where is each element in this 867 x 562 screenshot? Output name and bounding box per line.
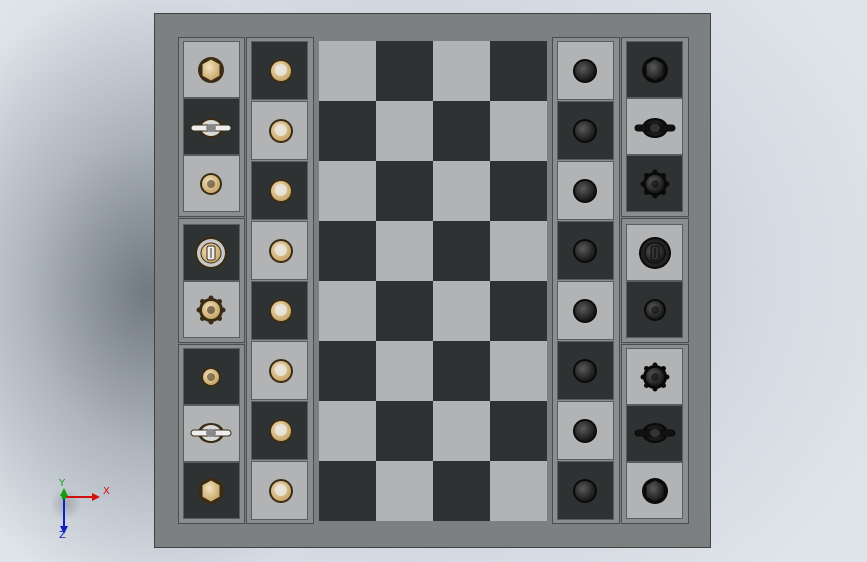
board-square[interactable] bbox=[433, 461, 490, 521]
chess-grid[interactable] bbox=[319, 41, 547, 521]
board-square[interactable] bbox=[490, 341, 547, 401]
black-pawn[interactable] bbox=[560, 346, 610, 396]
board-square[interactable] bbox=[319, 161, 376, 221]
board-square[interactable] bbox=[319, 41, 376, 101]
black-king[interactable] bbox=[630, 285, 680, 335]
axis-triad: X Y Z bbox=[50, 478, 112, 544]
board-square[interactable] bbox=[490, 221, 547, 281]
board-square[interactable] bbox=[319, 281, 376, 341]
board-square[interactable] bbox=[376, 221, 433, 281]
board-square[interactable] bbox=[319, 341, 376, 401]
x-axis-arrow bbox=[92, 493, 100, 501]
black-knight[interactable] bbox=[630, 352, 680, 402]
black-queen[interactable] bbox=[630, 228, 680, 278]
board-square[interactable] bbox=[490, 161, 547, 221]
board-square[interactable] bbox=[433, 341, 490, 401]
board-square[interactable] bbox=[376, 401, 433, 461]
white-pawn[interactable] bbox=[256, 166, 306, 216]
black-pawn[interactable] bbox=[560, 286, 610, 336]
board-square[interactable] bbox=[376, 341, 433, 401]
black-bishop[interactable] bbox=[630, 408, 680, 458]
x-axis-label: X bbox=[103, 486, 110, 497]
board-square[interactable] bbox=[490, 401, 547, 461]
board-square[interactable] bbox=[433, 281, 490, 341]
board-square[interactable] bbox=[319, 461, 376, 521]
white-pawn[interactable] bbox=[256, 466, 306, 516]
white-pawn[interactable] bbox=[256, 406, 306, 456]
white-knight-top[interactable] bbox=[186, 285, 236, 335]
board-square[interactable] bbox=[490, 101, 547, 161]
black-bishop[interactable] bbox=[630, 103, 680, 153]
black-pawn[interactable] bbox=[560, 226, 610, 276]
board-square[interactable] bbox=[490, 461, 547, 521]
board-square[interactable] bbox=[319, 221, 376, 281]
black-pawn[interactable] bbox=[560, 166, 610, 216]
board-square[interactable] bbox=[433, 221, 490, 281]
board-square[interactable] bbox=[433, 101, 490, 161]
black-pawn[interactable] bbox=[560, 466, 610, 516]
white-pawn[interactable] bbox=[256, 286, 306, 336]
white-pawn[interactable] bbox=[256, 346, 306, 396]
black-rook[interactable] bbox=[630, 466, 680, 516]
board-square[interactable] bbox=[319, 401, 376, 461]
black-pawn[interactable] bbox=[560, 106, 610, 156]
board-square[interactable] bbox=[433, 41, 490, 101]
white-rook[interactable] bbox=[186, 466, 236, 516]
y-axis-label: Y bbox=[59, 478, 66, 489]
board-square[interactable] bbox=[490, 41, 547, 101]
black-knight[interactable] bbox=[630, 159, 680, 209]
board-square[interactable] bbox=[490, 281, 547, 341]
black-rook[interactable] bbox=[630, 45, 680, 95]
black-pawn[interactable] bbox=[560, 46, 610, 96]
white-pawn[interactable] bbox=[256, 226, 306, 276]
black-pawn[interactable] bbox=[560, 406, 610, 456]
board-square[interactable] bbox=[376, 461, 433, 521]
board-square[interactable] bbox=[376, 101, 433, 161]
white-bishop[interactable] bbox=[186, 103, 236, 153]
board-square[interactable] bbox=[319, 101, 376, 161]
white-bishop[interactable] bbox=[186, 408, 236, 458]
white-king[interactable] bbox=[186, 159, 236, 209]
board-square[interactable] bbox=[433, 401, 490, 461]
board-square[interactable] bbox=[433, 161, 490, 221]
board-square[interactable] bbox=[376, 281, 433, 341]
white-pawn[interactable] bbox=[256, 46, 306, 96]
white-queen[interactable] bbox=[186, 228, 236, 278]
board-square[interactable] bbox=[376, 161, 433, 221]
z-axis-label: Z bbox=[59, 530, 66, 541]
white-rook[interactable] bbox=[186, 45, 236, 95]
white-king-small[interactable] bbox=[186, 352, 236, 402]
board-square[interactable] bbox=[376, 41, 433, 101]
white-pawn[interactable] bbox=[256, 106, 306, 156]
